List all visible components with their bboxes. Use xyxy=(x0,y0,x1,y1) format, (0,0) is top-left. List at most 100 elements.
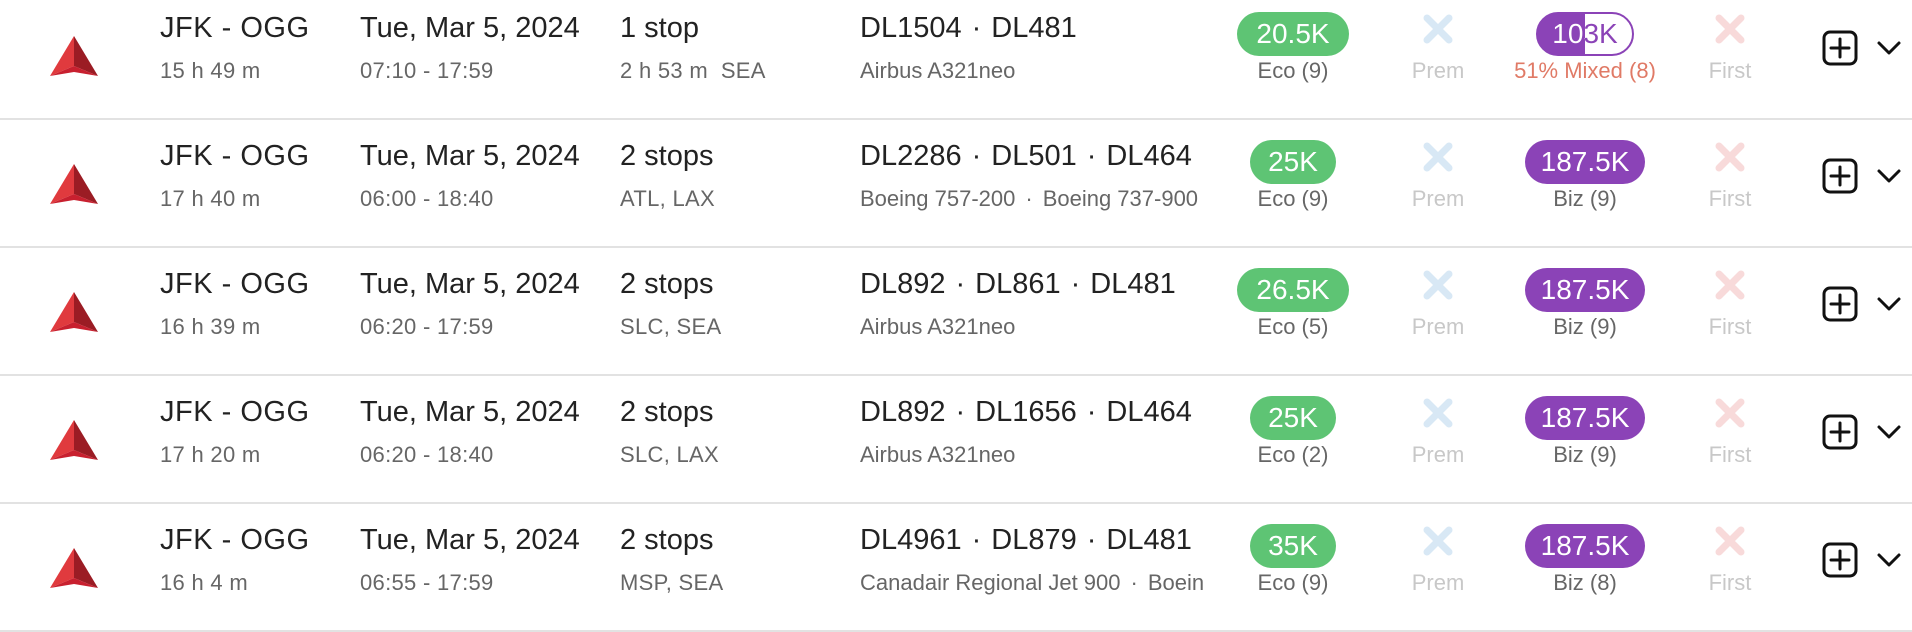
business-price-pill[interactable]: 187.5K xyxy=(1525,396,1645,440)
business-price-pill[interactable]: 187.5K xyxy=(1525,140,1645,184)
separator-dot: · xyxy=(1086,140,1097,172)
economy-cabin-label: Eco (9) xyxy=(1257,186,1329,211)
route-label: JFK - OGG xyxy=(160,524,310,556)
first-unavailable-x-icon xyxy=(1715,526,1745,556)
aircraft-list: Airbus A321neo xyxy=(860,442,1220,468)
expand-chevron-down-icon[interactable] xyxy=(1876,424,1902,440)
aircraft-name: Boeing 757-200 xyxy=(860,186,1016,211)
expand-chevron-down-icon[interactable] xyxy=(1876,168,1902,184)
add-plus-square-icon[interactable] xyxy=(1822,286,1858,322)
aircraft-list: Airbus A321neo xyxy=(860,58,1220,84)
add-plus-square-icon[interactable] xyxy=(1822,542,1858,578)
stops-detail-label: ATL, LAX xyxy=(620,186,715,211)
flight-numbers: DL892 · DL861 · DL481 xyxy=(860,268,1220,301)
business-price-pill[interactable]: 187.5K xyxy=(1525,524,1645,568)
flight-result-row[interactable]: JFK - OGG 15 h 49 m Tue, Mar 5, 2024 07:10 … xyxy=(0,0,1912,120)
expand-chevron-down-icon[interactable] xyxy=(1876,296,1902,312)
date-label: Tue, Mar 5, 2024 xyxy=(360,140,580,172)
economy-price-pill[interactable]: 25K xyxy=(1250,140,1336,184)
economy-price-pill[interactable]: 20.5K xyxy=(1237,12,1349,56)
aircraft-name: Canadair Regional Jet 900 xyxy=(860,570,1121,595)
flight-number: DL481 xyxy=(1090,268,1176,300)
flight-number: DL464 xyxy=(1106,396,1192,428)
date-label: Tue, Mar 5, 2024 xyxy=(360,396,580,428)
flight-result-row[interactable]: JFK - OGG 16 h 39 m Tue, Mar 5, 2024 06:20 … xyxy=(0,248,1912,376)
duration-label: 17 h 20 m xyxy=(160,442,261,467)
date-label: Tue, Mar 5, 2024 xyxy=(360,12,580,44)
first-unavailable-x-icon xyxy=(1715,142,1745,172)
flight-number: DL464 xyxy=(1106,140,1192,172)
times-label: 06:20 - 18:40 xyxy=(360,442,494,467)
separator-dot: · xyxy=(971,524,982,556)
economy-cabin-label: Eco (9) xyxy=(1257,570,1329,595)
stops-label: 2 stops xyxy=(620,524,714,556)
premium-unavailable-x-icon xyxy=(1423,398,1453,428)
business-price-text: 103K xyxy=(1552,18,1618,49)
flight-numbers: DL2286 · DL501 · DL464 xyxy=(860,140,1220,173)
separator-dot: · xyxy=(955,268,966,300)
premium-unavailable-x-icon xyxy=(1423,142,1453,172)
economy-price-pill[interactable]: 35K xyxy=(1250,524,1336,568)
first-cabin-label: First xyxy=(1708,314,1752,339)
date-label: Tue, Mar 5, 2024 xyxy=(360,524,580,556)
business-cabin-label: Biz (9) xyxy=(1553,442,1617,467)
economy-price-pill[interactable]: 25K xyxy=(1250,396,1336,440)
duration-label: 16 h 39 m xyxy=(160,314,261,339)
flight-numbers: DL1504 · DL481 xyxy=(860,12,1220,45)
flight-number: DL892 xyxy=(860,268,946,300)
separator-dot: · xyxy=(1086,524,1097,556)
business-cabin-label: Biz (8) xyxy=(1553,570,1617,595)
flight-result-row[interactable]: JFK - OGG 17 h 40 m Tue, Mar 5, 2024 06:00 … xyxy=(0,120,1912,248)
stops-label: 2 stops xyxy=(620,140,714,172)
expand-chevron-down-icon[interactable] xyxy=(1876,40,1902,56)
separator-dot: · xyxy=(971,140,982,172)
stops-label: 1 stop xyxy=(620,12,699,44)
add-plus-square-icon[interactable] xyxy=(1822,414,1858,450)
add-plus-square-icon[interactable] xyxy=(1822,30,1858,66)
stops-detail-label: MSP, SEA xyxy=(620,570,724,595)
business-cabin-label: Biz (9) xyxy=(1553,314,1617,339)
economy-cabin-label: Eco (2) xyxy=(1257,442,1329,467)
stops-label: 2 stops xyxy=(620,268,714,300)
aircraft-name: Boein xyxy=(1147,570,1205,595)
expand-chevron-down-icon[interactable] xyxy=(1876,552,1902,568)
business-price-pill[interactable]: 103K xyxy=(1536,12,1634,56)
delta-logo-icon xyxy=(50,164,98,204)
separator-dot: · xyxy=(955,396,966,428)
aircraft-name: Boeing 737-900 xyxy=(1042,186,1199,211)
stops-detail-label: SLC, SEA xyxy=(620,314,722,339)
economy-cabin-label: Eco (5) xyxy=(1257,314,1329,339)
flight-number: DL861 xyxy=(975,268,1061,300)
flight-result-row[interactable]: JFK - OGG 16 h 4 m Tue, Mar 5, 2024 06:55 -… xyxy=(0,504,1912,632)
economy-price-pill[interactable]: 26.5K xyxy=(1237,268,1349,312)
times-label: 06:20 - 17:59 xyxy=(360,314,494,339)
separator-dot: · xyxy=(1070,268,1081,300)
add-plus-square-icon[interactable] xyxy=(1822,158,1858,194)
delta-logo-icon xyxy=(50,548,98,588)
business-price-pill[interactable]: 187.5K xyxy=(1525,268,1645,312)
first-cabin-label: First xyxy=(1708,58,1752,83)
delta-logo-icon xyxy=(50,420,98,460)
flight-number: DL2286 xyxy=(860,140,962,172)
premium-unavailable-x-icon xyxy=(1423,14,1453,44)
route-label: JFK - OGG xyxy=(160,140,310,172)
economy-cabin-label: Eco (9) xyxy=(1257,58,1329,83)
first-cabin-label: First xyxy=(1708,186,1752,211)
separator-dot: · xyxy=(1025,186,1033,211)
first-unavailable-x-icon xyxy=(1715,14,1745,44)
flight-result-row[interactable]: JFK - OGG 17 h 20 m Tue, Mar 5, 2024 06:20 … xyxy=(0,376,1912,504)
premium-cabin-label: Prem xyxy=(1411,442,1465,467)
aircraft-list: Airbus A321neo xyxy=(860,314,1220,340)
separator-dot: · xyxy=(1086,396,1097,428)
flight-number: DL1656 xyxy=(975,396,1077,428)
duration-label: 17 h 40 m xyxy=(160,186,261,211)
separator-dot: · xyxy=(1130,570,1138,595)
flight-number: DL481 xyxy=(991,12,1077,44)
premium-cabin-label: Prem xyxy=(1411,58,1465,83)
flight-number: DL481 xyxy=(1106,524,1192,556)
premium-unavailable-x-icon xyxy=(1423,270,1453,300)
route-label: JFK - OGG xyxy=(160,396,310,428)
aircraft-list: Canadair Regional Jet 900 · Boein xyxy=(860,570,1220,596)
aircraft-name: Airbus A321neo xyxy=(860,58,1016,83)
duration-label: 15 h 49 m xyxy=(160,58,261,83)
